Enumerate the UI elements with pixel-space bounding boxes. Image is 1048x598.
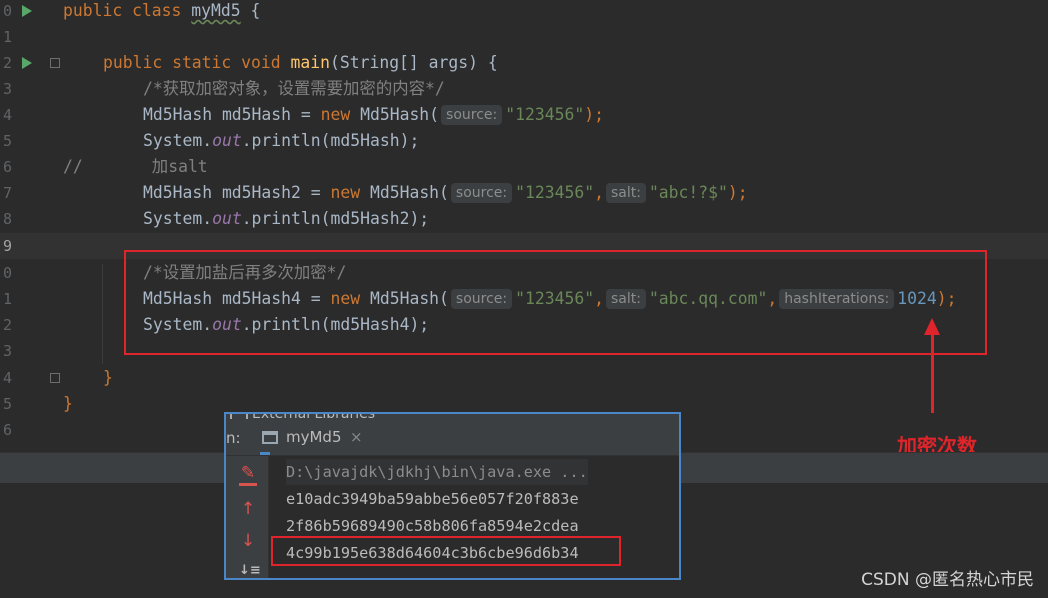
line-number: 2	[2, 54, 12, 72]
code-text: Md5Hash md5Hash2 =	[143, 183, 331, 202]
code-line[interactable]: 8 System.out.println(md5Hash2);	[0, 206, 1048, 232]
peek-title: External Libraries	[252, 412, 375, 421]
static-field: out	[212, 209, 242, 228]
comment: /*获取加密对象，设置需要加密的内容*/	[143, 79, 445, 98]
library-icon	[230, 414, 248, 419]
code-line[interactable]: 7 Md5Hash md5Hash2 = new Md5Hash(source:…	[0, 180, 1048, 206]
line-number: 0	[2, 264, 12, 282]
tab-label: myMd5	[286, 428, 342, 446]
code-text: (String[] args) {	[329, 53, 498, 72]
console-toolbar: ✎ ↑ ↓ ↓≡	[226, 456, 269, 578]
line-number: 1	[2, 28, 12, 46]
code-line[interactable]: 4 Md5Hash md5Hash = new Md5Hash(source: "…	[0, 102, 1048, 128]
code-text: {	[240, 1, 261, 20]
code-text: }	[103, 368, 113, 387]
class-name: myMd5	[191, 1, 241, 20]
code-line[interactable]: 3 /*获取加密对象，设置需要加密的内容*/	[0, 76, 1048, 102]
parameter-hint: source:	[450, 183, 513, 203]
annotation-arrow	[931, 333, 934, 413]
keyword: public class	[63, 1, 192, 20]
code-text: .println(md5Hash2);	[241, 209, 430, 228]
code-line[interactable]: 4 }	[0, 365, 1048, 391]
run-icon[interactable]	[22, 57, 32, 69]
line-number: 5	[2, 132, 12, 150]
tab-myMd5[interactable]: myMd5 ×	[260, 421, 363, 455]
line-number: 5	[2, 395, 12, 413]
code-text: Md5Hash md5Hash =	[143, 105, 321, 124]
line-number: 8	[2, 210, 12, 228]
watermark: CSDN @匿名热心市民	[861, 570, 1034, 590]
line-number: 2	[2, 316, 12, 334]
arrow-down-icon[interactable]: ↓	[239, 532, 257, 550]
project-tree-peek: External Libraries	[226, 412, 679, 421]
indent-guide	[102, 264, 103, 364]
code-line[interactable]: 1	[0, 24, 1048, 50]
comment: // 加salt	[63, 157, 208, 176]
code-text: );	[727, 183, 748, 202]
line-number: 7	[2, 184, 12, 202]
method-name: main	[290, 53, 330, 72]
keyword: new	[320, 105, 351, 124]
line-number: 6	[2, 421, 12, 439]
string-literal: "abc!?$"	[648, 183, 728, 202]
console-icon	[262, 431, 278, 444]
edit-underline	[239, 483, 257, 486]
parameter-hint: source:	[441, 105, 503, 125]
output-highlight-box	[271, 536, 621, 566]
string-literal: "123456"	[515, 183, 595, 202]
keyword: public static void	[103, 53, 291, 72]
code-line[interactable]: 6 // 加salt	[0, 154, 1048, 180]
code-text: ,	[594, 183, 604, 202]
string-literal: "123456"	[505, 105, 585, 124]
fold-icon[interactable]	[50, 58, 60, 68]
line-number: 6	[2, 158, 12, 176]
line-number: 1	[2, 290, 12, 308]
highlight-box	[124, 250, 987, 355]
code-line[interactable]: 0 public class myMd5 {	[0, 0, 1048, 24]
code-text: Md5Hash(	[350, 105, 440, 124]
parameter-hint: salt:	[605, 183, 646, 203]
code-text: }	[63, 394, 73, 413]
line-number: 3	[2, 342, 12, 360]
line-number: 9	[2, 237, 12, 255]
keyword: new	[330, 183, 361, 202]
soft-wrap-icon[interactable]: ↓≡	[239, 562, 261, 578]
code-line[interactable]: 2 public static void main(String[] args)…	[0, 50, 1048, 76]
edit-icon[interactable]: ✎	[239, 464, 257, 482]
arrow-up-icon[interactable]: ↑	[239, 500, 257, 518]
run-tab-bar: n: myMd5 ×	[226, 421, 679, 456]
static-field: out	[212, 131, 242, 150]
code-text: System.	[143, 209, 213, 228]
code-text: System.	[143, 131, 213, 150]
fold-icon[interactable]	[50, 373, 60, 383]
code-editor[interactable]: 0 public class myMd5 { 1 2 public static…	[0, 0, 1048, 452]
line-number: 4	[2, 106, 12, 124]
console-output[interactable]: e10adc3949ba59abbe56e057f20f883e	[286, 486, 579, 512]
line-number: 4	[2, 369, 12, 387]
code-text: .println(md5Hash);	[241, 131, 420, 150]
console-command[interactable]: D:\javajdk\jdkhj\bin\java.exe ...	[286, 459, 588, 485]
line-number: 3	[2, 80, 12, 98]
run-icon[interactable]	[22, 5, 32, 17]
code-text: Md5Hash(	[360, 183, 449, 202]
run-label: n:	[226, 429, 241, 447]
code-text: );	[584, 105, 604, 124]
line-number: 0	[2, 2, 12, 20]
close-icon[interactable]: ×	[350, 421, 363, 453]
code-line[interactable]: 5 System.out.println(md5Hash);	[0, 128, 1048, 154]
